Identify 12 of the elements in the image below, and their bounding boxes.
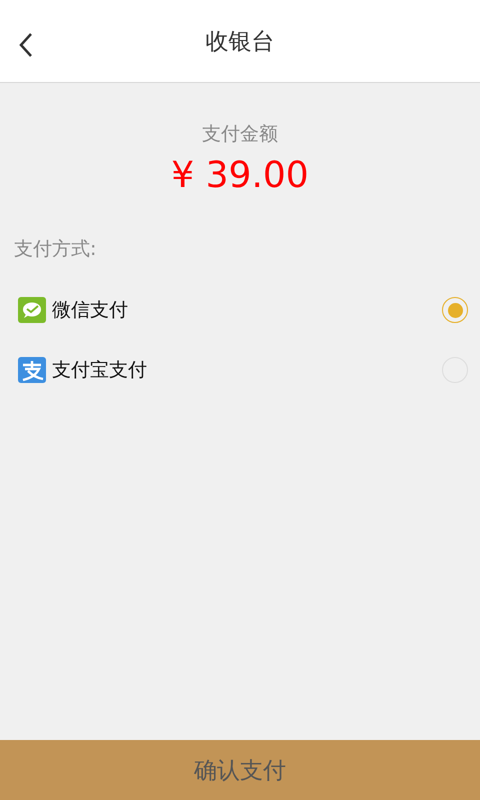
payment-option-label: 支付宝支付: [52, 358, 148, 383]
amount-label: 支付金额: [202, 122, 278, 147]
page-title: 收银台: [206, 28, 274, 56]
payment-option-label: 微信支付: [52, 298, 129, 323]
amount-value: ¥ 39.00: [171, 155, 309, 196]
radio-button[interactable]: [442, 297, 468, 323]
payment-methods-label: 支付方式:: [14, 237, 96, 262]
payment-option[interactable]: 微信支付: [0, 280, 480, 340]
chat-bubble-icon: [18, 297, 46, 323]
alipay-icon: [18, 357, 46, 383]
back-icon: [18, 32, 34, 58]
payment-option[interactable]: 支付宝支付: [0, 340, 480, 400]
